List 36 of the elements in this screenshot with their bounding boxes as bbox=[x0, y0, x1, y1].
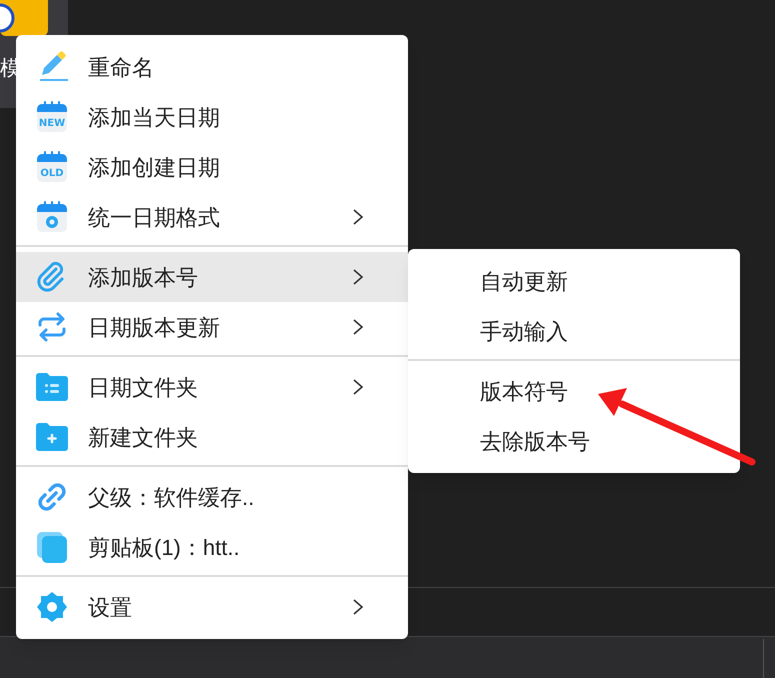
folder-list-icon bbox=[36, 373, 68, 401]
link-icon bbox=[36, 481, 68, 513]
menu-item-label: 添加当天日期 bbox=[88, 104, 221, 132]
menu-item-label: 父级：软件缓存.. bbox=[88, 484, 256, 512]
menu-item-label: 统一日期格式 bbox=[88, 204, 221, 232]
settings-icon bbox=[36, 591, 68, 623]
menu-item-label: 日期文件夹 bbox=[88, 374, 199, 402]
clock-icon bbox=[0, 3, 16, 33]
submenu-item[interactable]: 去除版本号 bbox=[408, 416, 740, 466]
menu-item[interactable]: 统一日期格式 bbox=[16, 192, 408, 242]
menu-item[interactable]: 添加版本号 bbox=[16, 252, 408, 302]
calendar-icon: OLD bbox=[36, 151, 68, 183]
menu-item[interactable]: 日期版本更新 bbox=[16, 302, 408, 352]
menu-item[interactable]: 父级：软件缓存.. bbox=[16, 472, 408, 522]
menu-item[interactable]: 重命名 bbox=[16, 42, 408, 92]
menu-item[interactable]: OLD 添加创建日期 bbox=[16, 142, 408, 192]
menu-item-label: 重命名 bbox=[88, 54, 155, 82]
menu-item-label: 日期版本更新 bbox=[88, 314, 221, 342]
menu-item[interactable]: 新建文件夹 bbox=[16, 412, 408, 462]
copy-icon bbox=[36, 531, 68, 563]
menu-item-label: 剪贴板(1)：htt.. bbox=[88, 534, 241, 562]
submenu-item[interactable]: 自动更新 bbox=[408, 256, 740, 306]
menu-item-label: 添加版本号 bbox=[88, 264, 199, 292]
menu-item-label: 新建文件夹 bbox=[88, 424, 199, 452]
repeat-icon bbox=[36, 311, 68, 343]
menu-item[interactable]: NEW 添加当天日期 bbox=[16, 92, 408, 142]
menu-item[interactable]: 日期文件夹 bbox=[16, 362, 408, 412]
calendar-gear-icon bbox=[36, 201, 68, 233]
menu-item[interactable]: 剪贴板(1)：htt.. bbox=[16, 522, 408, 572]
submenu-item[interactable]: 手动输入 bbox=[408, 306, 740, 356]
menu-item[interactable]: 设置 bbox=[16, 582, 408, 632]
menu-item-label: 添加创建日期 bbox=[88, 154, 221, 182]
calendar-icon: NEW bbox=[36, 101, 68, 133]
folder-plus-icon bbox=[36, 423, 68, 451]
menu-item-label: 设置 bbox=[88, 594, 133, 622]
submenu-item[interactable]: 版本符号 bbox=[408, 366, 740, 416]
